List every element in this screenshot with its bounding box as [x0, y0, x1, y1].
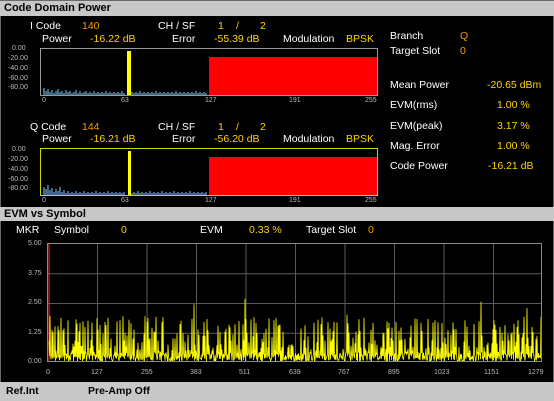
- q-ytick: -80.00: [8, 185, 28, 192]
- q-ytick: 0.00: [12, 146, 26, 153]
- i-error-value: -55.39 dB: [214, 33, 260, 45]
- ref-status: Ref.Int: [6, 385, 39, 397]
- i-code-label: I Code: [30, 20, 61, 32]
- code-power-value: -16.21 dB: [488, 160, 534, 172]
- evm-xtick: 1151: [484, 369, 500, 376]
- q-ytick: -20.00: [8, 156, 28, 163]
- code-power-label: Code Power: [390, 160, 448, 172]
- q-xtick: 127: [205, 197, 217, 204]
- i-inactive-code-block: [209, 57, 377, 95]
- evm-ytick: 3.75: [28, 270, 42, 277]
- symbol-value: 0: [121, 224, 127, 236]
- i-power-label: Power: [42, 33, 72, 45]
- mean-power-value: -20.65 dBm: [487, 79, 542, 91]
- i-code-value: 140: [82, 20, 100, 32]
- evm-xtick: 1279: [528, 369, 544, 376]
- i-modulation-label: Modulation: [283, 33, 335, 45]
- i-sf-value: 2: [260, 20, 266, 32]
- evm-xtick: 511: [239, 369, 251, 376]
- branch-value: Q: [460, 30, 469, 42]
- evm-target-slot-label: Target Slot: [306, 224, 357, 236]
- evm-title: EVM vs Symbol: [0, 207, 554, 221]
- evm-xtick: 639: [289, 369, 301, 376]
- i-noise-bars: [43, 88, 207, 95]
- evm-grid: [48, 244, 541, 361]
- q-xtick: 255: [365, 197, 377, 204]
- i-active-code-bar: [127, 51, 131, 95]
- evm-rms-label: EVM(rms): [390, 99, 438, 111]
- q-ytick: -40.00: [8, 166, 28, 173]
- mag-error-value: 1.00 %: [497, 140, 530, 152]
- i-cdp-plot: [40, 48, 378, 96]
- q-active-code-bar: [128, 151, 131, 195]
- evm-ytick: 5.00: [28, 240, 42, 247]
- i-ytick: -20.00: [8, 55, 28, 62]
- i-ytick: -60.00: [8, 75, 28, 82]
- i-slash: /: [236, 20, 239, 32]
- mkr-label: MKR: [16, 224, 40, 236]
- i-chsf-label: CH / SF: [158, 20, 196, 32]
- q-code-value: 144: [82, 121, 100, 133]
- evm-value: 0.33 %: [249, 224, 282, 236]
- target-slot-value: 0: [460, 45, 466, 57]
- q-xtick: 63: [121, 197, 129, 204]
- evm-peak-label: EVM(peak): [390, 120, 443, 132]
- evm-xtick: 383: [190, 369, 202, 376]
- i-xtick: 255: [365, 97, 377, 104]
- evm-xtick: 895: [388, 369, 400, 376]
- mean-power-label: Mean Power: [390, 79, 449, 91]
- q-chsf-label: CH / SF: [158, 121, 196, 133]
- i-power-value: -16.22 dB: [90, 33, 136, 45]
- evm-plot: [47, 243, 542, 362]
- q-error-value: -56.20 dB: [214, 133, 260, 145]
- branch-label: Branch: [390, 30, 424, 42]
- q-xtick: 191: [289, 197, 301, 204]
- evm-peak-value: 3.17 %: [497, 120, 530, 132]
- evm-xtick: 127: [91, 369, 103, 376]
- q-ytick: -60.00: [8, 176, 28, 183]
- target-slot-label: Target Slot: [390, 45, 441, 57]
- q-noise-bars: [43, 185, 207, 195]
- q-inactive-code-block: [209, 157, 377, 195]
- evm-ytick: 1.25: [28, 329, 42, 336]
- evm-label: EVM: [200, 224, 223, 236]
- evm-xtick: 767: [338, 369, 350, 376]
- evm-ytick: 2.50: [28, 299, 42, 306]
- i-xtick: 0: [42, 97, 46, 104]
- i-ytick: -80.00: [8, 84, 28, 91]
- q-power-value: -16.21 dB: [90, 133, 136, 145]
- evm-xtick: 255: [141, 369, 153, 376]
- status-bar: Ref.Int Pre-Amp Off: [0, 382, 554, 401]
- i-modulation-value: BPSK: [346, 33, 375, 45]
- i-ytick: 0.00: [12, 45, 26, 52]
- q-xtick: 0: [42, 197, 46, 204]
- evm-xtick: 0: [46, 369, 50, 376]
- i-ch-value: 1: [218, 20, 224, 32]
- i-xtick: 63: [121, 97, 129, 104]
- i-xtick: 191: [289, 97, 301, 104]
- symbol-label: Symbol: [54, 224, 90, 236]
- i-ytick: -40.00: [8, 65, 28, 72]
- analyzer-screen: Code Domain Power I Code 140 Power -16.2…: [0, 0, 554, 401]
- evm-target-slot-value: 0: [368, 224, 374, 236]
- evm-trace-svg: [48, 244, 541, 361]
- cdp-title: Code Domain Power: [0, 1, 554, 16]
- mag-error-label: Mag. Error: [390, 140, 440, 152]
- q-ch-value: 1: [218, 121, 224, 133]
- i-error-label: Error: [172, 33, 196, 45]
- q-code-label: Q Code: [30, 121, 67, 133]
- q-slash: /: [236, 121, 239, 133]
- q-modulation-value: BPSK: [346, 133, 375, 145]
- preamp-status: Pre-Amp Off: [88, 385, 150, 397]
- q-power-label: Power: [42, 133, 72, 145]
- evm-xtick: 1023: [434, 369, 450, 376]
- q-modulation-label: Modulation: [283, 133, 335, 145]
- evm-ytick: 0.00: [28, 358, 42, 365]
- q-sf-value: 2: [260, 121, 266, 133]
- q-cdp-plot: [40, 148, 378, 196]
- evm-rms-value: 1.00 %: [497, 99, 530, 111]
- q-error-label: Error: [172, 133, 196, 145]
- i-xtick: 127: [205, 97, 217, 104]
